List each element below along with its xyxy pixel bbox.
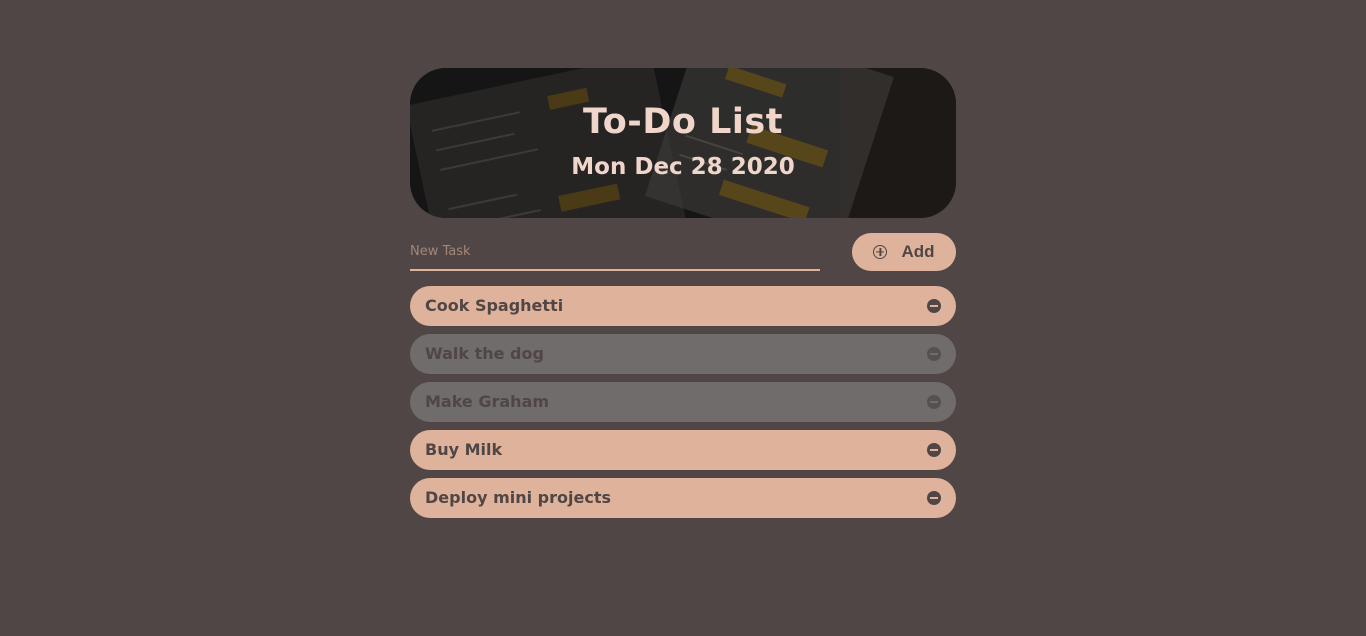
task-item[interactable]: Cook Spaghetti xyxy=(410,286,956,326)
task-label: Deploy mini projects xyxy=(425,488,611,507)
current-date: Mon Dec 28 2020 xyxy=(571,154,795,180)
minus-circle-icon[interactable] xyxy=(927,347,941,361)
header-background-image xyxy=(410,68,956,218)
minus-circle-icon[interactable] xyxy=(927,395,941,409)
add-button-label: Add xyxy=(901,242,935,261)
task-item[interactable]: Make Graham xyxy=(410,382,956,422)
task-label: Walk the dog xyxy=(425,344,544,363)
minus-circle-icon[interactable] xyxy=(927,299,941,313)
page-title: To-Do List xyxy=(583,102,783,142)
task-label: Buy Milk xyxy=(425,440,503,459)
header-banner: To-Do List Mon Dec 28 2020 xyxy=(410,68,956,218)
plus-circle-icon xyxy=(873,245,888,259)
task-item[interactable]: Buy Milk xyxy=(410,430,956,470)
task-list: Cook Spaghetti Walk the dog Make Graham … xyxy=(410,286,956,518)
add-task-button[interactable]: Add xyxy=(852,233,956,271)
task-label: Cook Spaghetti xyxy=(425,296,564,315)
task-label: Make Graham xyxy=(425,392,550,411)
todo-app: To-Do List Mon Dec 28 2020 Add Cook Spag… xyxy=(410,68,956,526)
new-task-form: Add xyxy=(410,233,956,271)
task-item[interactable]: Deploy mini projects xyxy=(410,478,956,518)
minus-circle-icon[interactable] xyxy=(927,491,941,505)
task-item[interactable]: Walk the dog xyxy=(410,334,956,374)
new-task-input[interactable] xyxy=(410,233,820,271)
minus-circle-icon[interactable] xyxy=(927,443,941,457)
